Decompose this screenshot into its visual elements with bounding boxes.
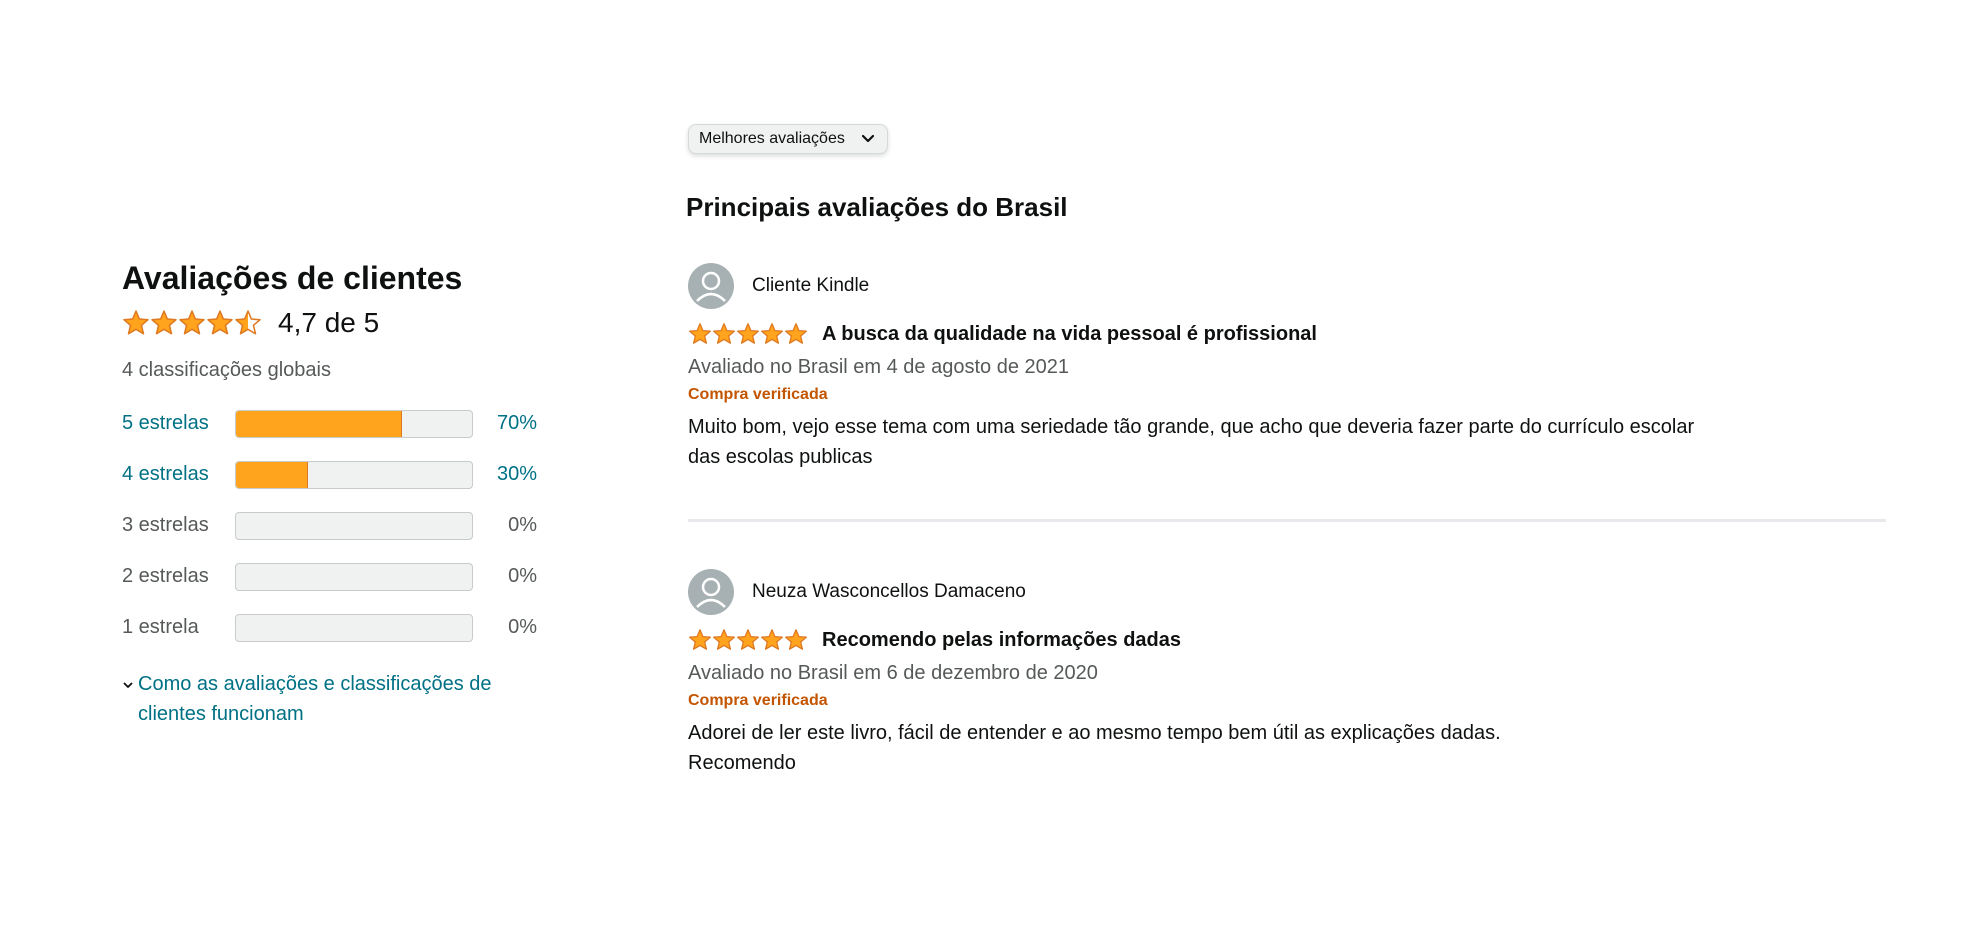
rating-histogram: 5 estrelas 70% 4 estrelas 30% 3 estrelas… xyxy=(122,398,552,653)
chevron-down-icon[interactable] xyxy=(859,130,877,148)
ratings-summary: Avaliações de clientes 4,7 de 5 4 classi… xyxy=(122,258,552,729)
histogram-percent: 0% xyxy=(508,514,537,536)
histogram-bar xyxy=(235,562,473,591)
histogram-percent: 0% xyxy=(508,616,537,638)
star-full-icon xyxy=(737,323,759,344)
star-full-icon xyxy=(179,310,205,335)
star-full-icon xyxy=(737,629,759,650)
star-full-icon xyxy=(785,323,807,344)
chevron-down-icon[interactable] xyxy=(122,669,138,729)
sort-dropdown[interactable]: Melhores avaliações xyxy=(688,124,888,154)
star-full-icon xyxy=(713,629,735,650)
histogram-row-4[interactable]: 4 estrelas 30% xyxy=(122,449,552,500)
histogram-label[interactable]: 5 estrelas xyxy=(122,412,235,435)
reviews-section-title: Principais avaliações do Brasil xyxy=(686,192,1068,222)
star-full-icon xyxy=(761,629,783,650)
star-full-icon xyxy=(713,323,735,344)
review-date: Avaliado no Brasil em 6 de dezembro de 2… xyxy=(688,662,1098,684)
avatar[interactable] xyxy=(688,569,734,615)
histogram-row-1: 1 estrela 0% xyxy=(122,602,552,653)
histogram-label: 3 estrelas xyxy=(122,514,209,536)
histogram-bar-fill xyxy=(236,461,308,488)
histogram-row-5[interactable]: 5 estrelas 70% xyxy=(122,398,552,449)
star-full-icon xyxy=(123,310,149,335)
how-ratings-work-link[interactable]: Como as avaliações e classificações de c… xyxy=(138,669,538,729)
histogram-row-3: 3 estrelas 0% xyxy=(122,500,552,551)
histogram-label: 2 estrelas xyxy=(122,565,209,587)
review-divider xyxy=(688,519,1886,522)
histogram-bar[interactable] xyxy=(235,409,473,438)
review-stars[interactable] xyxy=(688,628,808,652)
user-icon xyxy=(696,271,726,302)
ratings-title: Avaliações de clientes xyxy=(122,260,463,296)
reviewer-name[interactable]: Neuza Wasconcellos Damaceno xyxy=(752,581,1026,603)
reviewer-name[interactable]: Cliente Kindle xyxy=(752,275,869,297)
rating-summary-row: 4,7 de 5 xyxy=(122,306,552,340)
review-body: Muito bom, vejo esse tema com uma seried… xyxy=(688,416,1695,468)
review-title[interactable]: Recomendo pelas informações dadas xyxy=(822,629,1181,652)
rating-text: 4,7 de 5 xyxy=(278,307,380,338)
histogram-percent[interactable]: 70% xyxy=(473,412,537,435)
global-ratings-count: 4 classificações globais xyxy=(122,359,331,381)
review-title-row: Recomendo pelas informações dadas xyxy=(688,626,1888,654)
how-ratings-work[interactable]: Como as avaliações e classificações de c… xyxy=(122,669,552,729)
review-item: Neuza Wasconcellos Damaceno Recomendo pe… xyxy=(688,568,1888,778)
review-title-row: A busca da qualidade na vida pessoal é p… xyxy=(688,320,1888,348)
histogram-label[interactable]: 4 estrelas xyxy=(122,463,235,486)
review-body: Adorei de ler este livro, fácil de enten… xyxy=(688,722,1501,774)
histogram-percent: 0% xyxy=(508,565,537,587)
star-full-icon xyxy=(689,323,711,344)
reviewer-profile[interactable]: Cliente Kindle xyxy=(688,262,1888,310)
star-full-icon xyxy=(785,629,807,650)
star-half-icon xyxy=(235,310,261,335)
review-title[interactable]: A busca da qualidade na vida pessoal é p… xyxy=(822,323,1317,346)
histogram-bar xyxy=(235,613,473,642)
star-full-icon xyxy=(207,310,233,335)
avatar[interactable] xyxy=(688,263,734,309)
histogram-label: 1 estrela xyxy=(122,616,199,638)
review-stars[interactable] xyxy=(688,322,808,346)
reviewer-profile[interactable]: Neuza Wasconcellos Damaceno xyxy=(688,568,1888,616)
star-full-icon xyxy=(761,323,783,344)
review-item: Cliente Kindle A busca da qualidade na v… xyxy=(688,262,1888,472)
histogram-bar-fill xyxy=(236,410,403,437)
star-full-icon xyxy=(151,310,177,335)
review-date: Avaliado no Brasil em 4 de agosto de 202… xyxy=(688,356,1070,378)
star-full-icon xyxy=(689,629,711,650)
verified-purchase-badge: Compra verificada xyxy=(688,692,828,709)
verified-purchase-badge: Compra verificada xyxy=(688,386,828,403)
user-icon xyxy=(696,577,726,608)
sort-selected-value[interactable]: Melhores avaliações xyxy=(699,130,845,148)
histogram-percent[interactable]: 30% xyxy=(473,463,537,486)
average-stars xyxy=(122,309,262,337)
histogram-bar[interactable] xyxy=(235,460,473,489)
histogram-row-2: 2 estrelas 0% xyxy=(122,551,552,602)
histogram-bar xyxy=(235,511,473,540)
